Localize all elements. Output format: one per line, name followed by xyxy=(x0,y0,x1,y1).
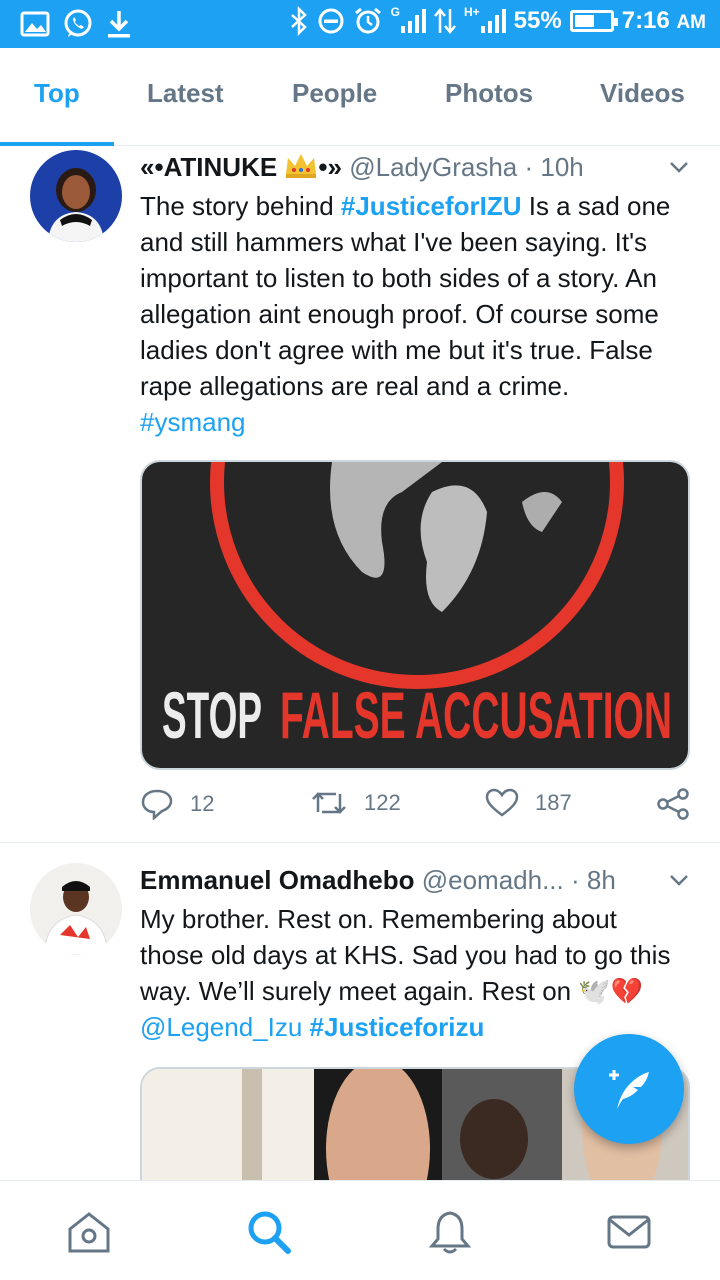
chevron-down-icon[interactable] xyxy=(668,869,690,891)
search-icon[interactable] xyxy=(246,1209,292,1255)
network-g-label: G xyxy=(390,5,400,19)
messages-icon[interactable] xyxy=(606,1209,652,1255)
crown-icon xyxy=(286,154,317,178)
battery-icon xyxy=(569,10,618,32)
media-text-false-accusation: FALSE ACCUSATION xyxy=(280,678,672,752)
display-name[interactable]: Emmanuel Omadhebo xyxy=(140,865,415,895)
battery-percent: 55% xyxy=(513,7,562,34)
tab-latest[interactable]: Latest xyxy=(147,78,224,109)
tweet-text: My brother. Rest on. Remembering about t… xyxy=(140,901,680,1045)
display-name-suffix: •» xyxy=(318,152,342,182)
status-left-icons xyxy=(20,8,132,40)
gallery-icon xyxy=(20,11,50,37)
separator-dot: · xyxy=(524,152,541,182)
avatar-image xyxy=(30,150,122,242)
hashtag-link[interactable]: #ysmang xyxy=(140,407,246,437)
reply-count: 12 xyxy=(190,791,215,816)
like-count: 187 xyxy=(535,790,572,815)
hashtag-link[interactable]: #JusticeforIZU xyxy=(341,191,522,221)
tweet-actions: 12 122 187 xyxy=(140,788,690,828)
emoji-dove-broken-heart: 🕊️💔 xyxy=(578,976,644,1006)
tweet-header: Emmanuel Omadhebo @eomadh... · 8h xyxy=(140,865,616,896)
share-icon xyxy=(657,788,689,820)
signal-icon xyxy=(480,9,506,33)
timestamp: 8h xyxy=(586,865,616,895)
compose-tweet-button[interactable] xyxy=(574,1034,684,1144)
mention-link[interactable]: @Legend_Izu xyxy=(140,1012,302,1042)
compose-feather-icon xyxy=(609,1070,649,1109)
avatar-image xyxy=(30,863,122,955)
retweet-action[interactable]: 122 xyxy=(310,788,401,818)
tab-people[interactable]: People xyxy=(292,78,377,109)
timestamp: 10h xyxy=(540,152,584,182)
tab-videos[interactable]: Videos xyxy=(600,78,685,109)
alarm-icon xyxy=(354,7,381,34)
hashtag-link[interactable]: #Justiceforizu xyxy=(310,1012,485,1042)
do-not-disturb-icon xyxy=(318,8,344,34)
tweet-text: The story behind #JusticeforIZU Is a sad… xyxy=(140,188,680,440)
download-icon xyxy=(108,11,130,38)
notifications-icon[interactable] xyxy=(427,1209,473,1255)
retweet-icon xyxy=(312,792,346,814)
tweet[interactable]: «•ATINUKE •» @LadyGrasha · 10h The story… xyxy=(0,146,720,842)
tab-top[interactable]: Top xyxy=(34,78,80,109)
like-action[interactable]: 187 xyxy=(485,788,572,818)
reply-icon xyxy=(141,789,173,820)
avatar[interactable] xyxy=(30,863,122,955)
tweet-media-image[interactable]: STOP FALSE ACCUSATION xyxy=(140,460,690,770)
handle[interactable]: @eomadh... xyxy=(422,865,564,895)
tweet-text-part: The story behind xyxy=(140,191,341,221)
retweet-count: 122 xyxy=(364,790,401,815)
signal-icon xyxy=(400,9,426,33)
display-name-prefix: «•ATINUKE xyxy=(140,152,285,182)
reply-action[interactable]: 12 xyxy=(140,788,214,820)
home-icon[interactable] xyxy=(66,1209,112,1255)
display-name[interactable]: «•ATINUKE •» xyxy=(140,152,342,182)
clock-ampm: AM xyxy=(676,12,706,33)
clock: 7:16 AM xyxy=(622,7,706,35)
heart-icon xyxy=(485,788,519,817)
tab-photos[interactable]: Photos xyxy=(445,78,533,109)
battery-fill xyxy=(574,15,594,27)
network-h-label: H+ xyxy=(463,5,480,19)
tweet-header: «•ATINUKE •» @LadyGrasha · 10h xyxy=(140,152,584,183)
tweet-text-part: Is a sad one and still hammers what I've… xyxy=(140,191,671,401)
search-tabs: Top Latest People Photos Videos xyxy=(0,48,720,146)
handle[interactable]: @LadyGrasha xyxy=(349,152,517,182)
status-bar: G H+ 55% 7:16 AM xyxy=(0,0,720,48)
whatsapp-icon xyxy=(64,9,92,37)
media-text-stop: STOP xyxy=(162,678,262,752)
stop-false-accusation-graphic: STOP FALSE ACCUSATION xyxy=(142,462,688,768)
share-action[interactable] xyxy=(656,788,690,820)
separator-dot: · xyxy=(571,865,587,895)
bottom-navigation xyxy=(0,1180,720,1280)
clock-time: 7:16 xyxy=(621,7,670,34)
status-right-icons: G H+ 55% 7:16 AM xyxy=(289,5,706,36)
data-arrows-icon xyxy=(434,8,456,34)
bluetooth-icon xyxy=(290,6,307,36)
avatar[interactable] xyxy=(30,150,122,242)
chevron-down-icon[interactable] xyxy=(668,156,690,178)
